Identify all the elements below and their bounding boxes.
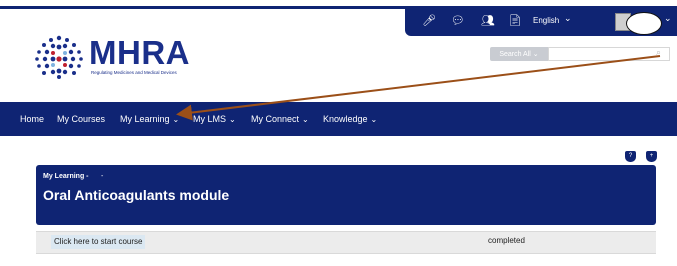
logo-icon — [35, 35, 83, 79]
add-icon[interactable]: + — [646, 151, 657, 162]
people-icon[interactable]: 👥︎ — [481, 13, 495, 29]
nav-item-label: My Courses — [57, 114, 106, 124]
top-rule — [0, 6, 405, 9]
language-selector[interactable]: English — [533, 16, 559, 25]
nav-item-label: My Learning — [120, 114, 170, 124]
logo-subtitle: Regulating Medicines and Medical Devices — [91, 70, 177, 75]
status-text: completed — [488, 236, 525, 245]
nav-item-label: My Connect — [251, 114, 300, 124]
chevron-down-icon[interactable]: ⌄ — [664, 14, 672, 24]
chevron-down-icon: ⌄ — [370, 115, 378, 124]
chevron-down-icon: ⌄ — [229, 115, 236, 124]
logo-wordmark[interactable]: MHRA — [89, 34, 190, 72]
document-icon[interactable]: 📄︎ — [508, 13, 522, 29]
chat-icon[interactable]: 💬︎ — [451, 13, 465, 29]
search-input[interactable] — [548, 47, 670, 61]
nav-item-label: My LMS — [193, 114, 227, 124]
chevron-down-icon: ⌄ — [532, 50, 539, 58]
nav-item-my-learning[interactable]: My Learning ⌄ — [120, 102, 179, 136]
start-course-button[interactable]: Click here to start course — [51, 235, 146, 249]
utility-bar: 🎤︎ 💬︎ 👥︎ 📄︎ English ⌄ ⌄ — [405, 6, 677, 36]
nav-item-my-connect[interactable]: My Connect ⌄ — [251, 102, 309, 136]
nav-item-label: Knowledge — [323, 114, 368, 124]
nav-item-knowledge[interactable]: Knowledge ⌄ — [323, 102, 377, 136]
chevron-down-icon[interactable]: ⌄ — [564, 14, 572, 24]
nav-item-home[interactable]: Home — [20, 102, 44, 136]
nav-item-my-courses[interactable]: My Courses — [57, 102, 105, 136]
breadcrumb-separator: - — [101, 173, 104, 180]
nav-item-label: Home — [20, 114, 45, 124]
chevron-down-icon: ⌄ — [172, 115, 180, 124]
main-nav: Home My Courses My Learning ⌄ My LMS ⌄ My … — [0, 102, 677, 136]
search-scope-button[interactable]: Search All ⌄ — [490, 47, 548, 61]
search-group: Search All ⌄ ⌕ — [490, 47, 670, 61]
nav-item-my-lms[interactable]: My LMS ⌄ — [193, 102, 236, 136]
course-status-row: Click here to start course completed — [36, 231, 656, 254]
redaction-circle — [626, 12, 662, 35]
chevron-down-icon: ⌄ — [302, 115, 309, 124]
microphone-icon[interactable]: 🎤︎ — [422, 13, 436, 29]
help-icon[interactable]: ? — [625, 151, 636, 162]
course-banner: My Learning - - Oral Anticoagulants modu… — [36, 165, 656, 225]
search-scope-label: Search All — [499, 51, 531, 58]
breadcrumb[interactable]: My Learning - — [43, 173, 89, 180]
page-title: Oral Anticoagulants module — [43, 187, 230, 203]
search-icon[interactable]: ⌕ — [656, 48, 661, 58]
